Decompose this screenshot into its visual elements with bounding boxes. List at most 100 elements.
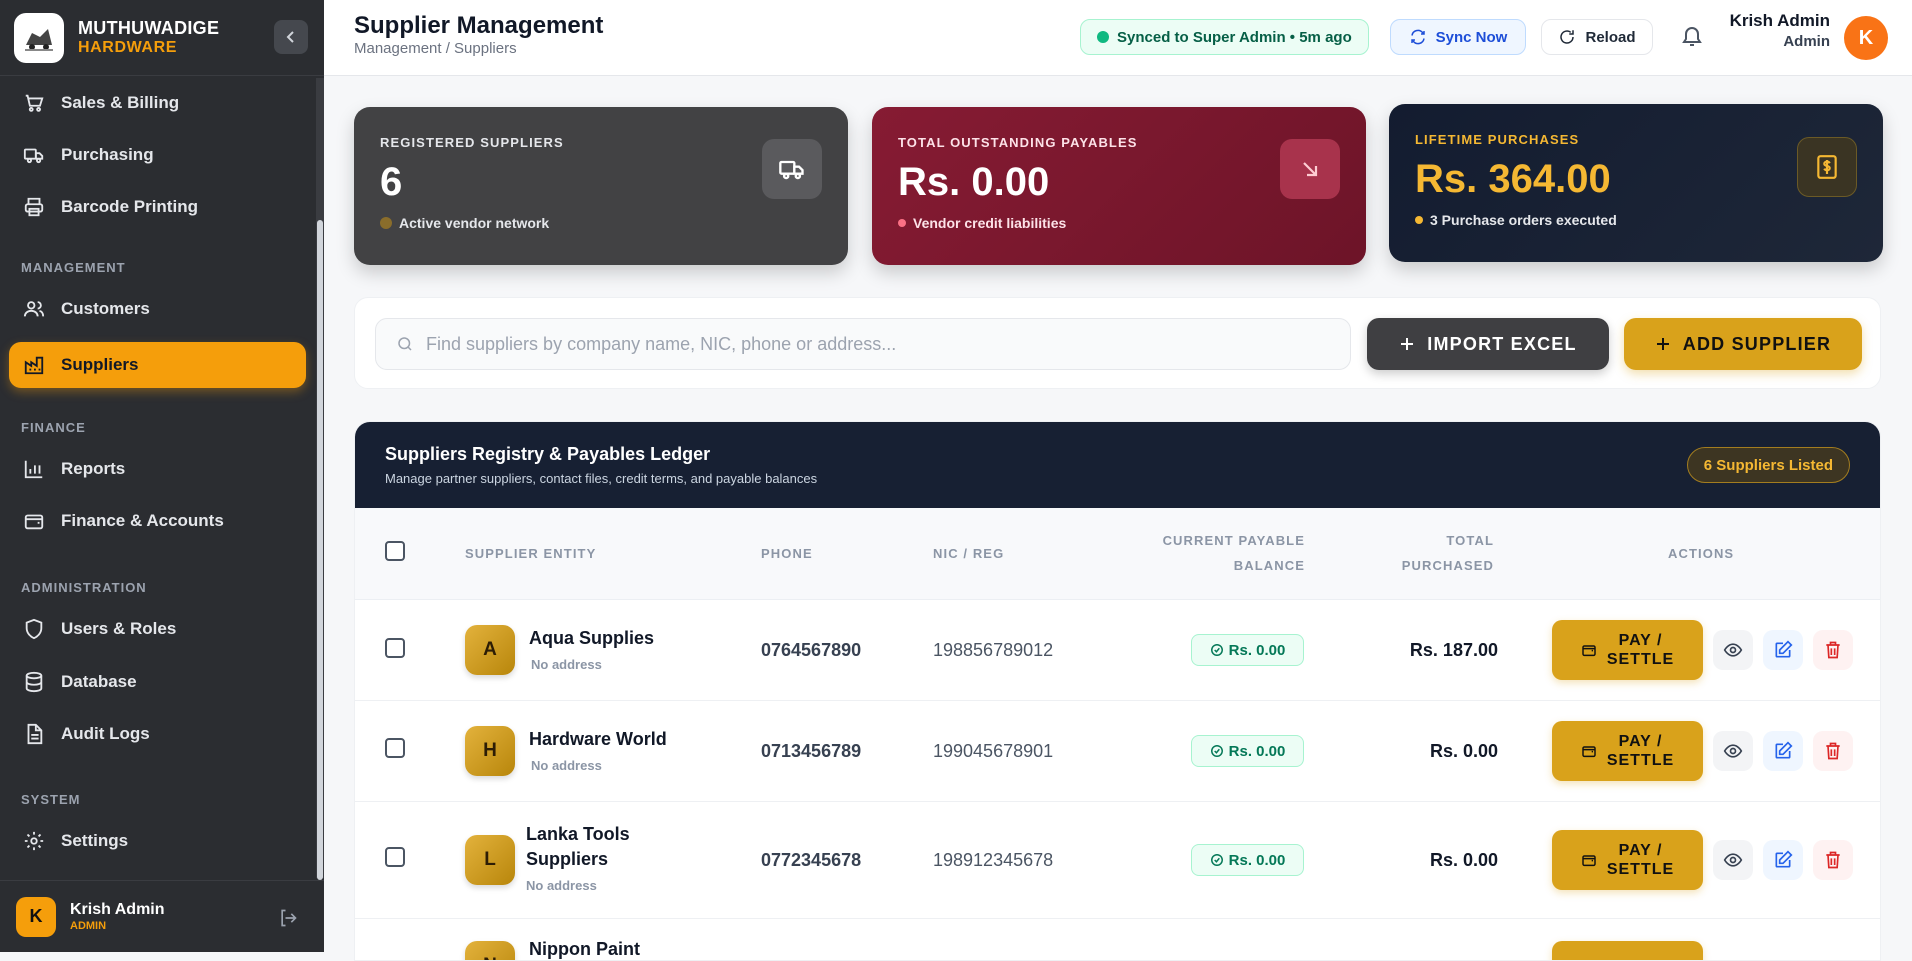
stat-card-registered-suppliers: REGISTERED SUPPLIERS 6 Active vendor net… bbox=[354, 107, 848, 265]
suppliers-table-panel: Suppliers Registry & Payables Ledger Man… bbox=[354, 421, 1881, 961]
status-dot-icon bbox=[1097, 31, 1109, 43]
plus-icon bbox=[1401, 338, 1414, 350]
gear-icon bbox=[24, 831, 44, 851]
sidebar-item-finance-accounts[interactable]: Finance & Accounts bbox=[9, 498, 306, 544]
edit-button[interactable] bbox=[1763, 630, 1803, 670]
plus-icon bbox=[1656, 338, 1669, 350]
pay-settle-button[interactable]: PAY / SETTLE bbox=[1552, 721, 1703, 781]
row-checkbox[interactable] bbox=[385, 738, 405, 758]
stat-label: LIFETIME PURCHASES bbox=[1415, 132, 1580, 147]
sidebar-item-users-roles[interactable]: Users & Roles bbox=[9, 606, 306, 652]
edit-icon bbox=[1775, 640, 1793, 658]
table-column-headers: SUPPLIER ENTITY PHONE NIC / REG CURRENT … bbox=[355, 508, 1880, 600]
sidebar-item-suppliers[interactable]: Suppliers bbox=[9, 342, 306, 388]
supplier-count-badge: 6 Suppliers Listed bbox=[1686, 447, 1850, 483]
supplier-nic: 198856789012 bbox=[933, 640, 1054, 660]
section-system: SYSTEM bbox=[21, 792, 81, 807]
sidebar-item-label: Sales & Billing bbox=[61, 93, 180, 112]
view-button[interactable] bbox=[1713, 840, 1753, 880]
truck-icon bbox=[23, 148, 44, 164]
sidebar-item-reports[interactable]: Reports bbox=[9, 446, 306, 492]
section-finance: FINANCE bbox=[21, 420, 86, 435]
trash-icon bbox=[1826, 851, 1840, 869]
supplier-phone: 0713456789 bbox=[761, 741, 862, 761]
add-supplier-label: ADD SUPPLIER bbox=[1682, 333, 1832, 354]
wallet-icon bbox=[24, 514, 44, 530]
eye-icon bbox=[1723, 853, 1743, 867]
pay-label: PAY / bbox=[1618, 732, 1663, 750]
balance-badge: Rs. 0.00 bbox=[1191, 634, 1304, 666]
factory-icon bbox=[24, 356, 44, 375]
delete-button[interactable] bbox=[1813, 731, 1853, 771]
logout-button[interactable] bbox=[278, 908, 298, 933]
table-row[interactable]: N Nippon Paint bbox=[355, 919, 1880, 960]
supplier-avatar: H bbox=[465, 726, 515, 776]
col-actions: ACTIONS bbox=[1668, 546, 1735, 561]
profile-role: ADMIN bbox=[70, 919, 107, 932]
import-excel-button[interactable]: IMPORT EXCEL bbox=[1367, 318, 1609, 370]
edit-button[interactable] bbox=[1763, 840, 1803, 880]
user-info[interactable]: Krish Admin Admin bbox=[1728, 10, 1830, 52]
stat-value: Rs. 364.00 bbox=[1415, 157, 1611, 201]
search-toolbar: Find suppliers by company name, NIC, pho… bbox=[354, 297, 1881, 389]
edit-button[interactable] bbox=[1763, 731, 1803, 771]
sync-now-button[interactable]: Sync Now bbox=[1390, 19, 1526, 55]
user-name: Krish Admin bbox=[1729, 11, 1830, 30]
reload-label: Reload bbox=[1585, 28, 1636, 46]
supplier-nic: 199045678901 bbox=[933, 741, 1054, 761]
sidebar-item-purchasing[interactable]: Purchasing bbox=[9, 132, 306, 178]
delete-button[interactable] bbox=[1813, 840, 1853, 880]
sidebar-item-label: Database bbox=[61, 672, 137, 691]
add-supplier-button[interactable]: ADD SUPPLIER bbox=[1624, 318, 1862, 370]
sidebar-item-barcode-printing[interactable]: Barcode Printing bbox=[9, 184, 306, 230]
pay-settle-button[interactable]: PAY / SETTLE bbox=[1552, 620, 1703, 680]
avatar[interactable]: K bbox=[1844, 16, 1888, 60]
sidebar-item-database[interactable]: Database bbox=[9, 659, 306, 705]
sidebar-item-customers[interactable]: Customers bbox=[9, 286, 306, 332]
table-row[interactable]: L Lanka Tools Suppliers No address 07723… bbox=[355, 802, 1880, 919]
sidebar-item-settings[interactable]: Settings bbox=[9, 818, 306, 864]
select-all-checkbox[interactable] bbox=[385, 541, 405, 561]
stat-sub: Active vendor network bbox=[399, 215, 550, 231]
delete-button[interactable] bbox=[1813, 630, 1853, 670]
table-row[interactable]: A Aqua Supplies No address 0764567890 19… bbox=[355, 600, 1880, 701]
pay-settle-button[interactable]: PAY / SETTLE bbox=[1552, 830, 1703, 890]
collapse-sidebar-button[interactable] bbox=[274, 20, 308, 54]
supplier-name: Hardware World bbox=[529, 729, 667, 749]
supplier-avatar: N bbox=[465, 941, 515, 960]
col-current-balance: CURRENT PAYABLE BALANCE bbox=[1163, 528, 1305, 578]
sidebar-item-label: Settings bbox=[61, 831, 129, 850]
sidebar-item-label: Barcode Printing bbox=[61, 197, 198, 216]
topbar: Supplier Management Management / Supplie… bbox=[324, 0, 1912, 76]
pay-label: PAY / bbox=[1618, 841, 1663, 859]
supplier-phone: 0772345678 bbox=[761, 850, 862, 870]
profile-name: Krish Admin bbox=[70, 901, 165, 919]
reload-button[interactable]: Reload bbox=[1541, 19, 1653, 55]
wallet-icon bbox=[1582, 855, 1596, 867]
pay-settle-button[interactable] bbox=[1552, 941, 1703, 960]
supplier-address: No address bbox=[531, 758, 602, 773]
bell-icon bbox=[1682, 27, 1702, 46]
database-icon bbox=[25, 671, 43, 693]
settle-label: SETTLE bbox=[1606, 861, 1675, 878]
settle-label: SETTLE bbox=[1606, 651, 1675, 668]
eye-icon bbox=[1723, 744, 1743, 758]
refresh-icon bbox=[1410, 29, 1425, 45]
sidebar-item-audit-logs[interactable]: Audit Logs bbox=[9, 711, 306, 757]
dollar-file-icon bbox=[1797, 137, 1857, 197]
row-checkbox[interactable] bbox=[385, 638, 405, 658]
search-input[interactable]: Find suppliers by company name, NIC, pho… bbox=[375, 318, 1351, 370]
col-label: PURCHASED bbox=[1401, 558, 1494, 573]
notifications-button[interactable] bbox=[1680, 24, 1704, 53]
table-row[interactable]: H Hardware World No address 0713456789 1… bbox=[355, 701, 1880, 802]
brand: MUTHUWADIGE HARDWARE bbox=[0, 0, 324, 76]
supplier-name-line: Lanka Tools bbox=[526, 824, 630, 844]
stat-card-lifetime-purchases: LIFETIME PURCHASES Rs. 364.00 3 Purchase… bbox=[1389, 104, 1883, 262]
view-button[interactable] bbox=[1713, 731, 1753, 771]
sidebar-item-sales-billing[interactable]: Sales & Billing bbox=[9, 80, 306, 126]
view-button[interactable] bbox=[1713, 630, 1753, 670]
stat-value: 6 bbox=[380, 160, 403, 204]
stat-card-outstanding-payables: TOTAL OUTSTANDING PAYABLES Rs. 0.00 Vend… bbox=[872, 107, 1366, 265]
col-label: TOTAL bbox=[1446, 533, 1494, 548]
row-checkbox[interactable] bbox=[385, 847, 405, 867]
